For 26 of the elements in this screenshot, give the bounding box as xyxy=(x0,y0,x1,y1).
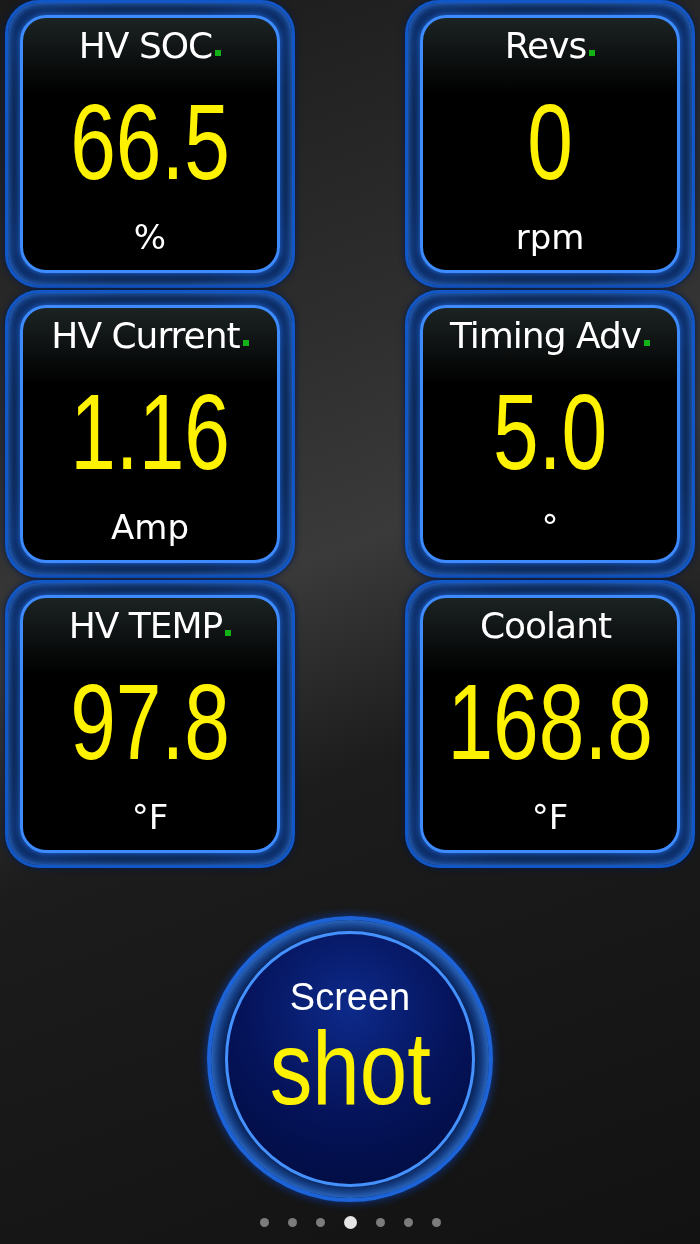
page-indicator-dot[interactable] xyxy=(375,1218,385,1227)
gauge-unit: °F xyxy=(531,800,569,834)
page-indicator-dot[interactable] xyxy=(343,1216,357,1229)
gauge-unit: °F xyxy=(131,800,169,834)
gauge-value: 5.0 xyxy=(492,378,608,486)
gauge-value: 1.16 xyxy=(70,378,230,486)
page-indicator-dot[interactable] xyxy=(431,1218,441,1227)
page-indicator-dot[interactable] xyxy=(259,1218,269,1227)
gauge-title: HV Current xyxy=(51,318,240,354)
gauge-value: 97.8 xyxy=(70,668,230,776)
screenshot-button[interactable]: Screen shot xyxy=(207,916,493,1202)
page-indicator-dot[interactable] xyxy=(287,1218,297,1227)
gauge-unit: rpm xyxy=(515,220,585,254)
gauge-unit: Amp xyxy=(111,510,189,544)
gauge-title: Timing Adv xyxy=(449,318,642,354)
gauge-value: 168.8 xyxy=(447,668,653,776)
gauge-unit: % xyxy=(133,220,167,254)
gauge-value: 0 xyxy=(527,88,573,196)
gauge-value: 66.5 xyxy=(70,88,230,196)
gauge-unit: ° xyxy=(541,510,559,544)
page-indicator-dot[interactable] xyxy=(315,1218,325,1227)
gauge-title: Coolant xyxy=(479,608,612,644)
gauge-title: HV TEMP xyxy=(68,608,223,644)
gauge-title: Revs xyxy=(504,28,587,64)
page-indicator-dot[interactable] xyxy=(403,1218,413,1227)
gauge-title: HV SOC xyxy=(78,28,213,64)
